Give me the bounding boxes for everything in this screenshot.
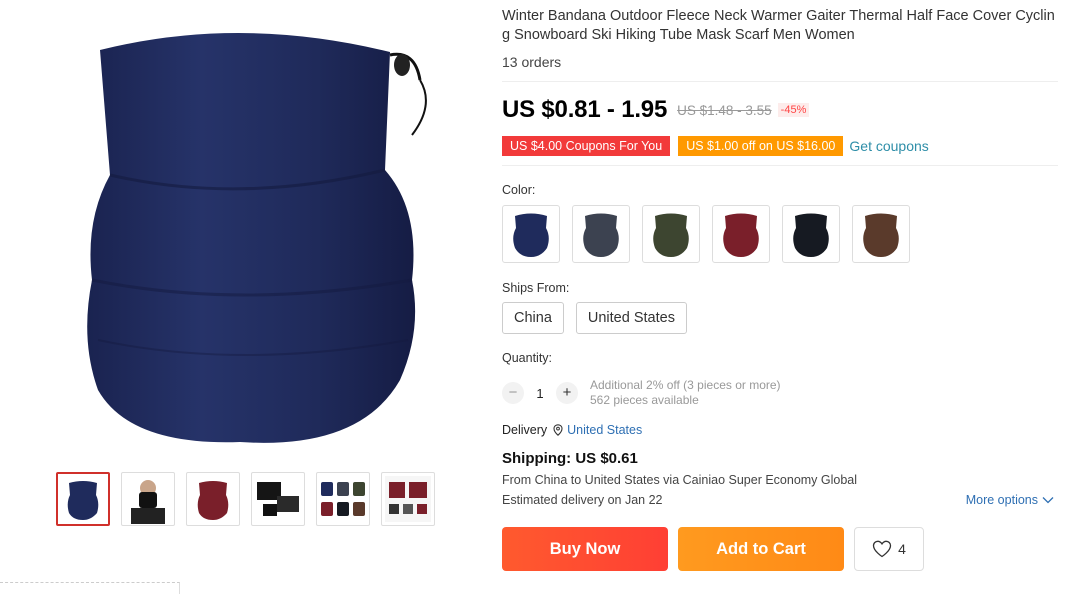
thumbnail-1[interactable] — [56, 472, 110, 526]
delivery-row: Delivery United States — [502, 423, 1058, 437]
add-to-cart-button[interactable]: Add to Cart — [678, 527, 844, 571]
thumbnail-3[interactable] — [186, 472, 240, 526]
estimated-delivery-row: Estimated delivery on Jan 22 More option… — [502, 493, 1058, 507]
more-options-label: More options — [965, 493, 1038, 507]
orders-count: 13 orders — [502, 54, 562, 70]
quantity-input[interactable]: 1 — [524, 386, 556, 401]
original-price: US $1.48 - 3.55 — [677, 102, 772, 118]
quantity-increase-button[interactable]: + — [556, 382, 578, 404]
product-info-panel: Winter Bandana Outdoor Fleece Neck Warme… — [499, 0, 1058, 571]
color-swatch-gray[interactable] — [572, 205, 630, 263]
wishlist-count: 4 — [898, 541, 906, 557]
color-label: Color: — [502, 183, 536, 197]
color-swatch-wine-red[interactable] — [712, 205, 770, 263]
quantity-note: Additional 2% off (3 pieces or more) 562… — [590, 378, 781, 408]
more-options-link[interactable]: More options — [966, 493, 1058, 507]
thumbnail-2[interactable] — [121, 472, 175, 526]
color-swatch-black[interactable] — [782, 205, 840, 263]
color-swatch-army-green[interactable] — [642, 205, 700, 263]
divider — [502, 165, 1058, 166]
color-swatch-navy[interactable] — [502, 205, 560, 263]
bulk-discount-note: Additional 2% off (3 pieces or more) — [590, 378, 781, 392]
discount-badge: -45% — [777, 103, 810, 117]
thumbnail-strip — [56, 472, 435, 526]
current-price: US $0.81 - 1.95 — [502, 96, 668, 123]
chevron-down-icon — [1042, 497, 1054, 504]
color-swatch-brown[interactable] — [852, 205, 910, 263]
heart-icon — [872, 540, 892, 558]
divider — [502, 81, 1058, 82]
coupon-badge-store[interactable]: US $4.00 Coupons For You — [499, 136, 671, 156]
corner-divider — [0, 582, 180, 594]
stock-available: 562 pieces available — [590, 393, 699, 407]
coupon-row: US $4.00 Coupons For You US $1.00 off on… — [499, 135, 1058, 157]
location-pin-icon — [553, 424, 563, 436]
quantity-decrease-button[interactable]: − — [502, 382, 524, 404]
quantity-stepper: − 1 + Additional 2% off (3 pieces or mor… — [502, 378, 1058, 408]
delivery-location-link[interactable]: United States — [567, 423, 642, 437]
ships-from-options: China United States — [502, 302, 1058, 334]
ships-from-label: Ships From: — [502, 281, 570, 295]
estimated-delivery: Estimated delivery on Jan 22 — [502, 493, 663, 507]
get-coupons-link[interactable]: Get coupons — [849, 138, 928, 154]
thumbnail-5[interactable] — [316, 472, 370, 526]
shipping-price: Shipping: US $0.61 — [502, 450, 638, 467]
ship-option-united-states[interactable]: United States — [575, 302, 687, 334]
wishlist-button[interactable]: 4 — [854, 527, 924, 571]
quantity-label: Quantity: — [502, 351, 553, 365]
buy-now-button[interactable]: Buy Now — [502, 527, 668, 571]
product-main-image[interactable] — [40, 10, 450, 455]
thumbnail-6[interactable] — [381, 472, 435, 526]
delivery-label: Delivery — [502, 423, 548, 437]
ship-option-china[interactable]: China — [502, 302, 564, 334]
color-options — [502, 205, 1058, 263]
shipping-route: From China to United States via Cainiao … — [502, 473, 858, 487]
thumbnail-4[interactable] — [251, 472, 305, 526]
coupon-badge-select[interactable]: US $1.00 off on US $16.00 — [676, 136, 844, 156]
action-buttons: Buy Now Add to Cart 4 — [502, 527, 1058, 571]
price-row: US $0.81 - 1.95 US $1.48 - 3.55 -45% — [502, 96, 1058, 124]
product-title: Winter Bandana Outdoor Fleece Neck Warme… — [502, 8, 1055, 43]
